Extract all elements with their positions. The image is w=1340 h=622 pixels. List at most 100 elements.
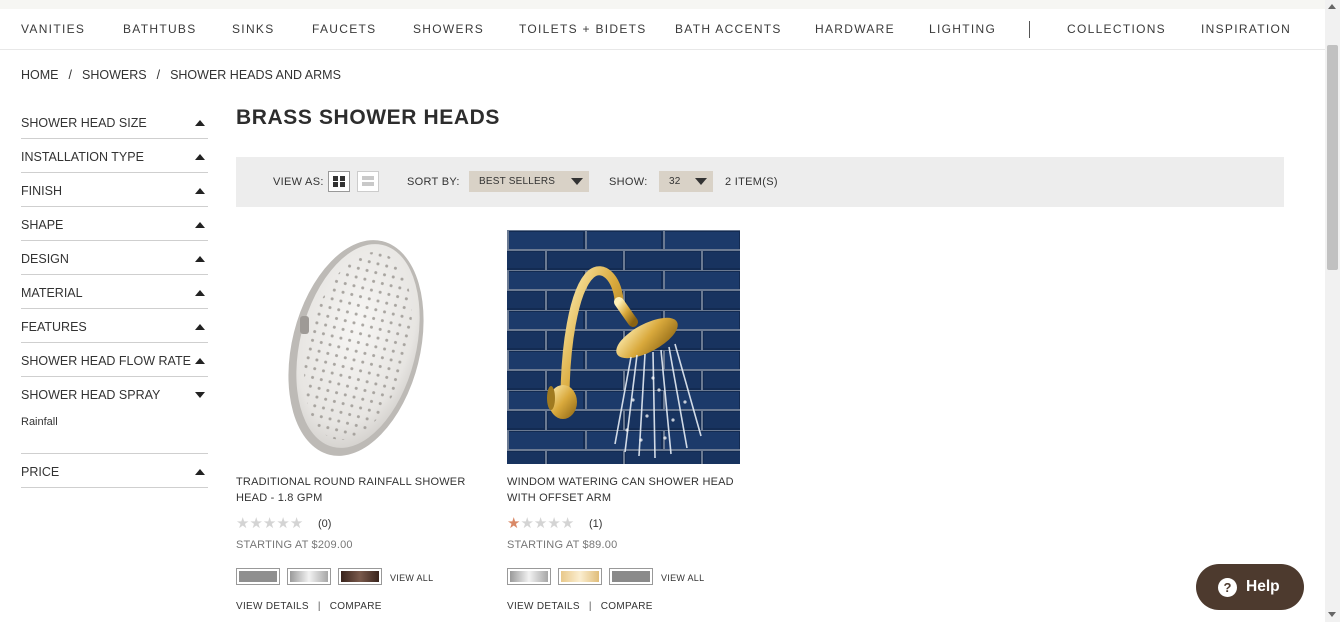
star-icon: ★ xyxy=(520,515,534,532)
star-icon: ★ xyxy=(249,515,263,532)
nav-item-toilets-bidets[interactable]: TOILETS + BIDETS xyxy=(519,9,647,49)
nav-divider xyxy=(1029,21,1030,38)
top-strip xyxy=(0,0,1325,9)
chevron-down-icon xyxy=(571,178,583,185)
nav-item-inspiration[interactable]: INSPIRATION xyxy=(1201,9,1291,49)
filter-label: SHOWER HEAD SPRAY xyxy=(21,388,161,402)
review-count[interactable]: (1) xyxy=(589,518,602,530)
star-icon: ★ xyxy=(289,515,304,532)
nav-item-collections[interactable]: COLLECTIONS xyxy=(1067,9,1166,49)
filter-option-rainfall[interactable]: Rainfall xyxy=(21,416,58,428)
collapse-arrow-icon xyxy=(195,290,205,296)
finish-swatch-oil-rubbed-bronze[interactable] xyxy=(338,568,382,585)
nav-item-hardware[interactable]: HARDWARE xyxy=(815,9,895,49)
star-rating[interactable]: ★★★★★ xyxy=(236,514,303,532)
star-icon: ★ xyxy=(262,515,277,532)
collapse-arrow-icon xyxy=(195,324,205,330)
filter-label: DESIGN xyxy=(21,252,69,266)
product-links: VIEW DETAILS | COMPARE xyxy=(507,601,653,612)
nav-item-faucets[interactable]: FAUCETS xyxy=(312,9,376,49)
compare-link[interactable]: COMPARE xyxy=(601,601,653,612)
nav-item-sinks[interactable]: SINKS xyxy=(232,9,275,49)
round-rainfall-shower-head-image xyxy=(236,230,469,464)
list-view-button[interactable] xyxy=(357,171,379,192)
filter-design[interactable]: DESIGN xyxy=(21,241,208,275)
link-separator: | xyxy=(588,601,592,612)
nav-item-lighting[interactable]: LIGHTING xyxy=(929,9,996,49)
finish-swatch-chrome[interactable] xyxy=(287,568,331,585)
product-name[interactable]: TRADITIONAL ROUND RAINFALL SHOWER HEAD -… xyxy=(236,474,476,506)
scrollbar-thumb[interactable] xyxy=(1327,45,1338,270)
page-scrollbar[interactable] xyxy=(1325,0,1340,622)
star-icon: ★ xyxy=(547,515,561,532)
filter-shower-head-spray[interactable]: SHOWER HEAD SPRAY xyxy=(21,377,208,411)
collapse-arrow-icon xyxy=(195,222,205,228)
expand-arrow-icon xyxy=(195,392,205,398)
nav-item-vanities[interactable]: VANITIES xyxy=(21,9,85,49)
finish-swatch-brushed-nickel[interactable] xyxy=(609,568,653,585)
collapse-arrow-icon xyxy=(195,469,205,475)
listing-toolbar: VIEW AS: SORT BY: BEST SELLERS SHOW: 32 … xyxy=(236,157,1284,207)
collapse-arrow-icon xyxy=(195,188,205,194)
star-icon: ★ xyxy=(533,515,548,532)
collapse-arrow-icon xyxy=(195,154,205,160)
sort-select[interactable]: BEST SELLERS xyxy=(469,171,589,192)
filter-installation-type[interactable]: INSTALLATION TYPE xyxy=(21,139,208,173)
nav-item-bathtubs[interactable]: BATHTUBS xyxy=(123,9,197,49)
product-links: VIEW DETAILS | COMPARE xyxy=(236,601,382,612)
breadcrumb-home[interactable]: HOME xyxy=(21,68,59,82)
filter-shower-head-flow-rate[interactable]: SHOWER HEAD FLOW RATE xyxy=(21,343,208,377)
compare-link[interactable]: COMPARE xyxy=(330,601,382,612)
filter-shape[interactable]: SHAPE xyxy=(21,207,208,241)
finish-swatch-brushed-nickel[interactable] xyxy=(236,568,280,585)
chevron-down-icon xyxy=(695,178,707,185)
product-price: STARTING AT $89.00 xyxy=(507,539,618,551)
question-mark-icon: ? xyxy=(1218,578,1237,597)
link-separator: | xyxy=(317,601,321,612)
filter-label: INSTALLATION TYPE xyxy=(21,150,144,164)
watering-can-shower-head-image xyxy=(507,230,740,464)
breadcrumb-current: SHOWER HEADS AND ARMS xyxy=(170,68,341,82)
nav-item-bath-accents[interactable]: BATH ACCENTS xyxy=(675,9,782,49)
view-details-link[interactable]: VIEW DETAILS xyxy=(236,601,309,612)
breadcrumb-separator: / xyxy=(68,68,72,82)
star-icon: ★ xyxy=(560,515,575,532)
filter-shower-head-size[interactable]: SHOWER HEAD SIZE xyxy=(21,105,208,139)
finish-swatch-polished-brass[interactable] xyxy=(558,568,602,585)
review-count[interactable]: (0) xyxy=(318,518,331,530)
main-nav: VANITIES BATHTUBS SINKS FAUCETS SHOWERS … xyxy=(0,9,1325,50)
filter-label: SHAPE xyxy=(21,218,64,232)
filter-price[interactable]: PRICE xyxy=(21,454,208,488)
page-title: BRASS SHOWER HEADS xyxy=(236,106,500,129)
grid-view-button[interactable] xyxy=(328,171,350,192)
breadcrumb-separator: / xyxy=(156,68,161,82)
product-price: STARTING AT $209.00 xyxy=(236,539,353,551)
scroll-up-arrow-icon[interactable] xyxy=(1328,4,1336,9)
product-image[interactable] xyxy=(236,230,469,464)
filter-label: SHOWER HEAD FLOW RATE xyxy=(21,354,191,368)
filter-label: FINISH xyxy=(21,184,62,198)
star-rating[interactable]: ★★★★★ xyxy=(507,514,574,532)
star-icon: ★ xyxy=(236,515,250,532)
breadcrumb-showers[interactable]: SHOWERS xyxy=(82,68,147,82)
star-icon: ★ xyxy=(276,515,290,532)
show-count-select[interactable]: 32 xyxy=(659,171,713,192)
scroll-down-arrow-icon[interactable] xyxy=(1328,612,1336,617)
view-all-link[interactable]: VIEW ALL xyxy=(390,573,433,583)
filter-material[interactable]: MATERIAL xyxy=(21,275,208,309)
finish-swatch-chrome[interactable] xyxy=(507,568,551,585)
grid-icon xyxy=(333,176,345,187)
breadcrumb: HOME / SHOWERS / SHOWER HEADS AND ARMS xyxy=(21,68,341,82)
product-image[interactable] xyxy=(507,230,740,464)
product-name[interactable]: WINDOM WATERING CAN SHOWER HEAD WITH OFF… xyxy=(507,474,747,506)
view-all-link[interactable]: VIEW ALL xyxy=(661,573,704,583)
filter-features[interactable]: FEATURES xyxy=(21,309,208,343)
filter-option-list: Rainfall xyxy=(21,411,208,454)
filter-label: PRICE xyxy=(21,465,60,479)
help-button[interactable]: ? Help xyxy=(1196,564,1304,610)
nav-item-showers[interactable]: SHOWERS xyxy=(413,9,484,49)
filter-finish[interactable]: FINISH xyxy=(21,173,208,207)
collapse-arrow-icon xyxy=(195,256,205,262)
view-details-link[interactable]: VIEW DETAILS xyxy=(507,601,580,612)
collapse-arrow-icon xyxy=(195,120,205,126)
